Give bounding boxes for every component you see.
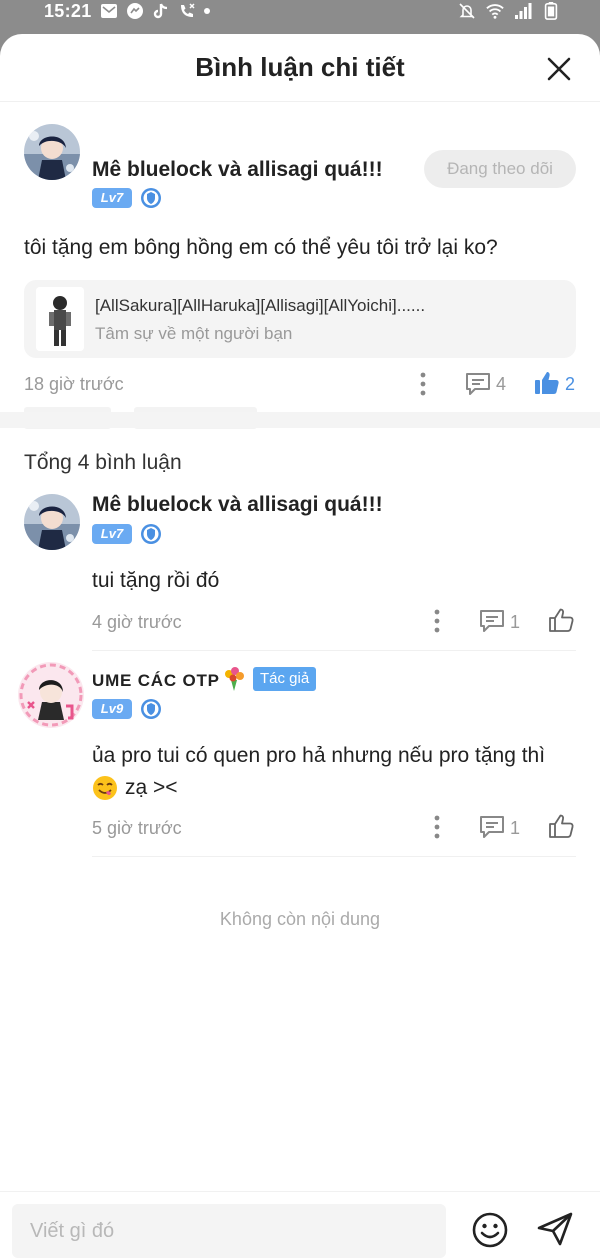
like-count: 2 bbox=[565, 374, 576, 394]
reply-divider bbox=[92, 856, 576, 857]
send-icon[interactable] bbox=[536, 1210, 574, 1248]
reply-username[interactable]: UME CÁC OTP bbox=[92, 671, 220, 691]
tiktok-icon bbox=[153, 3, 168, 19]
reply-count: 1 bbox=[510, 612, 521, 632]
end-of-content-label: Không còn nội dung bbox=[219, 909, 381, 929]
comment-timestamp: 18 giờ trước bbox=[24, 374, 124, 394]
shield-icon bbox=[141, 524, 161, 544]
page-title: Bình luận chi tiết bbox=[195, 52, 405, 82]
comment-input[interactable] bbox=[12, 1204, 446, 1258]
story-subtitle: Tâm sự về một người bạn bbox=[95, 324, 293, 343]
wifi-icon bbox=[486, 4, 504, 19]
signal-icon bbox=[515, 3, 532, 19]
reply-count: 4 bbox=[496, 374, 507, 394]
story-thumbnail bbox=[36, 287, 84, 351]
story-title: [AllSakura][AllHaruka][Allisagi][AllYoic… bbox=[95, 296, 426, 315]
level-badge: Lv9 bbox=[92, 699, 132, 719]
comment-detail-sheet: Bình luận chi tiết Mê bluelock và allisa… bbox=[0, 34, 600, 1259]
bell-muted-icon bbox=[459, 3, 475, 19]
dot-icon bbox=[204, 8, 210, 14]
status-bar: 15:21 bbox=[0, 0, 600, 34]
more-options-icon[interactable] bbox=[434, 815, 440, 839]
yum-emoji-icon bbox=[93, 776, 117, 800]
avatar-image bbox=[18, 662, 84, 728]
battery-icon bbox=[544, 2, 558, 20]
reply-text: tui tặng rồi đó bbox=[92, 569, 220, 592]
avatar-image bbox=[24, 124, 80, 180]
more-options-icon[interactable] bbox=[420, 372, 426, 396]
reply-text: ủa pro tui có quen pro hả nhưng nếu pro … bbox=[92, 744, 546, 767]
reply-text-continued: zạ >< bbox=[125, 776, 178, 799]
reply-username[interactable]: Mê bluelock và allisagi quá!!! bbox=[92, 493, 383, 517]
username[interactable]: Mê bluelock và allisagi quá!!! bbox=[92, 158, 383, 182]
status-time: 15:21 bbox=[44, 1, 92, 21]
author-badge: Tác giả bbox=[253, 667, 317, 691]
follow-button[interactable]: Đang theo dõi bbox=[424, 150, 576, 188]
notification-icons bbox=[100, 2, 210, 20]
section-divider bbox=[0, 412, 600, 428]
comment-input-bar bbox=[0, 1191, 600, 1259]
comment-text: tôi tặng em bông hồng em có thể yêu tôi … bbox=[24, 236, 498, 259]
avatar[interactable] bbox=[24, 124, 80, 180]
reply-icon[interactable] bbox=[479, 609, 505, 633]
sheet-header: Bình luận chi tiết bbox=[0, 34, 600, 102]
more-options-icon[interactable] bbox=[434, 609, 440, 633]
phone-call-icon bbox=[181, 3, 195, 17]
reply-avatar[interactable] bbox=[24, 494, 80, 550]
reply-count: 1 bbox=[510, 818, 521, 838]
reply-timestamp: 5 giờ trước bbox=[92, 818, 182, 838]
level-badge: Lv7 bbox=[92, 188, 132, 208]
mail-icon bbox=[101, 4, 117, 18]
avatar-image bbox=[24, 494, 80, 550]
total-comments-label: Tổng 4 bình luận bbox=[24, 451, 182, 474]
close-icon[interactable] bbox=[546, 56, 572, 82]
like-icon-filled[interactable] bbox=[534, 370, 560, 396]
reply-timestamp: 4 giờ trước bbox=[92, 612, 182, 632]
like-icon[interactable] bbox=[548, 607, 574, 633]
system-icons bbox=[458, 1, 560, 21]
reply-icon[interactable] bbox=[479, 815, 505, 839]
reply-icon[interactable] bbox=[465, 372, 491, 396]
reply-divider bbox=[92, 650, 576, 651]
emoji-icon[interactable] bbox=[471, 1211, 509, 1249]
shield-icon bbox=[141, 699, 161, 719]
level-badge: Lv7 bbox=[92, 524, 132, 544]
shield-icon bbox=[141, 188, 161, 208]
reply-avatar[interactable] bbox=[18, 662, 84, 728]
messenger-icon bbox=[127, 3, 143, 19]
like-icon[interactable] bbox=[548, 813, 574, 839]
story-card[interactable]: [AllSakura][AllHaruka][Allisagi][AllYoic… bbox=[24, 280, 576, 358]
flower-bouquet-icon bbox=[225, 667, 244, 691]
